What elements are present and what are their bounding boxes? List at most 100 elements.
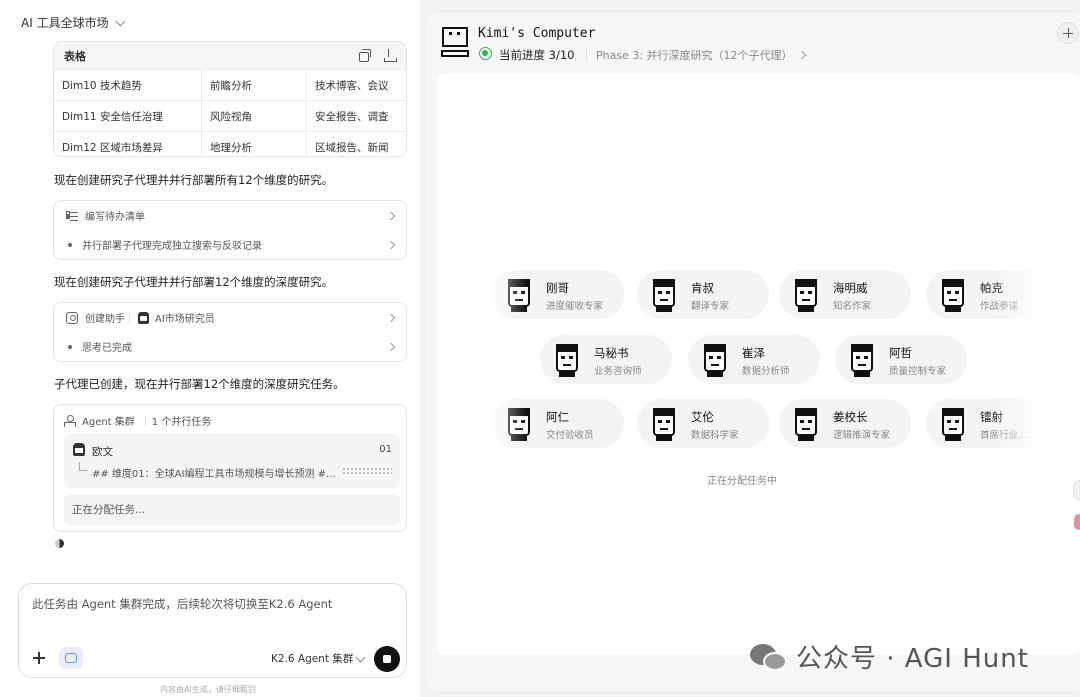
agent-pill-name: 肯叔 [691, 281, 714, 295]
agent-pill-role: 逻辑推演专家 [833, 430, 891, 441]
agent-cluster-header: Agent 集群 1 个并行任务 [64, 413, 211, 428]
agent-pill[interactable]: 帕克 作战参谋 [926, 270, 1058, 319]
agent-mode-button[interactable] [59, 647, 83, 669]
agent-pill-name: 崔泽 [742, 346, 765, 360]
checklist-icon [66, 210, 78, 221]
chevron-down-icon [115, 16, 126, 26]
expand-plus-button[interactable] [1057, 22, 1079, 44]
agent-avatar-icon [501, 405, 537, 443]
chat-input-box[interactable]: 此任务由 Agent 集群完成，后续轮次将切换至K2.6 Agent K2.6 … [18, 583, 407, 678]
table-cell: 安全报告、调查 [315, 110, 389, 123]
model-selector-label: K2.6 Agent 集群 [271, 653, 354, 665]
agent-avatar-icon [697, 341, 733, 379]
agent-pill-role: 交付验收员 [546, 430, 594, 441]
table-cell: Dim10 技术趋势 [54, 70, 202, 100]
agent-avatar-icon [501, 276, 537, 314]
todo-step-card: 编写待办清单 并行部署子代理完成独立搜索与反驳记录 [53, 200, 407, 260]
todo-step-header[interactable]: 编写待办清单 [54, 201, 406, 230]
chat-title-dropdown[interactable]: AI 工具全球市场 [21, 14, 126, 31]
helper-step-title: 创建助手 [85, 314, 125, 325]
chevron-right-icon [797, 50, 806, 60]
table-cell: Dim12 区域市场差异 [54, 132, 202, 156]
download-icon[interactable] [383, 49, 397, 62]
cluster-title: Agent 集群 [82, 417, 135, 428]
agent-pill[interactable]: 阿仁 交付验收员 [492, 399, 624, 448]
assistant-message: 子代理已创建，现在并行部署12个维度的深度研究任务。 [54, 377, 345, 391]
chat-title: AI 工具全球市场 [21, 16, 109, 30]
table-title: 表格 [64, 49, 86, 63]
model-selector[interactable]: K2.6 Agent 集群 [271, 651, 366, 666]
agent-pill[interactable]: 阿哲 质量控制专家 [835, 335, 967, 384]
assistant-message: 现在创建研究子代理并并行部署所有12个维度的研究。 [54, 173, 334, 187]
agent-pill-role: 业务咨询师 [594, 366, 642, 377]
helper-step-item[interactable]: 思考已完成 [54, 332, 406, 361]
agent-pill[interactable]: 崔泽 数据分析师 [688, 335, 820, 384]
table-cell: 区域报告、新闻 [315, 142, 389, 154]
agent-pill[interactable]: 姜校长 逻辑推演专家 [779, 399, 911, 448]
chevron-right-icon [386, 313, 396, 322]
computer-title: Kimi's Computer [478, 26, 596, 41]
agent-cluster-card: Agent 集群 1 个并行任务 欧文 01 ## 维度01：全球AI编程工具市… [53, 404, 407, 532]
agent-avatar-icon [844, 341, 880, 379]
table-cell: 风险视角 [202, 101, 307, 131]
computer-icon [441, 27, 469, 58]
table-row: Dim12 区域市场差异 地理分析 区域报告、新闻 [54, 132, 406, 156]
agent-avatar-icon [549, 341, 585, 379]
progress-text: 当前进度 3/10 [499, 48, 575, 62]
copy-icon[interactable] [358, 49, 371, 62]
agent-pill-name: 海明威 [833, 281, 868, 295]
agent-pill[interactable]: 刚哥 进度催收专家 [492, 270, 624, 319]
table-row: Dim10 技术趋势 前瞻分析 技术博客、会议 [54, 70, 406, 101]
todo-step-item[interactable]: 并行部署子代理完成独立搜索与反驳记录 [54, 230, 406, 259]
agent-avatar-icon [646, 405, 682, 443]
user-square-icon [66, 311, 78, 324]
bullet-icon [68, 344, 72, 349]
table-header: 表格 [54, 42, 406, 70]
helper-step-header[interactable]: 创建助手 AI市场研究员 [54, 303, 406, 332]
table-cell: Dim11 安全信任治理 [54, 101, 202, 131]
side-badge-icon[interactable] [1074, 514, 1080, 530]
agent-avatar-icon [73, 443, 85, 456]
loading-spinner-icon [55, 539, 64, 548]
table-row: Dim11 安全信任治理 风险视角 安全报告、调查 [54, 101, 406, 132]
agent-pill-role: 翻译专家 [691, 301, 730, 312]
agent-canvas: 正在分配任务中 刚哥 进度催收专家 肯叔 翻译专家 海明威 知名作家 帕克 作战参谋 马秘书 业务… [437, 74, 1080, 654]
add-attachment-button[interactable] [29, 648, 49, 668]
phase-link[interactable]: Phase 3: 并行深度研究（12个子代理） [596, 47, 806, 63]
agent-pill-name: 阿哲 [889, 346, 912, 360]
ai-disclaimer: 内容由AI生成，请仔细甄别 [160, 685, 256, 694]
chat-input-text[interactable]: 此任务由 Agent 集群完成，后续轮次将切换至K2.6 Agent [32, 596, 332, 612]
bullet-icon [68, 242, 72, 247]
progress-status-icon [479, 47, 492, 60]
agent-pill[interactable]: 艾伦 数据科学家 [637, 399, 769, 448]
agent-name: 欧文 [92, 446, 113, 458]
assistant-message: 现在创建研究子代理并并行部署12个维度的深度研究。 [54, 275, 334, 289]
agent-pill[interactable]: 镭射 首席行业... [926, 399, 1058, 448]
agent-pill-name: 姜校长 [833, 410, 868, 424]
agent-task-item[interactable]: 欧文 01 ## 维度01：全球AI编程工具市场规模与增长预测 #... [64, 434, 400, 488]
computer-panel: Kimi's Computer 当前进度 3/10 Phase 3: 并行深度研… [425, 11, 1080, 693]
agent-pill-name: 镭射 [980, 410, 1003, 424]
agent-pill[interactable]: 海明威 知名作家 [779, 270, 911, 319]
helper-agent-name: AI市场研究员 [155, 314, 215, 325]
helper-step-card: 创建助手 AI市场研究员 思考已完成 [53, 302, 407, 362]
helper-item-text: 思考已完成 [82, 343, 132, 354]
stop-button[interactable] [374, 646, 400, 672]
agent-pill-role: 数据分析师 [742, 366, 790, 377]
loading-dots-icon [342, 467, 392, 475]
agent-pill-role: 知名作家 [833, 301, 872, 312]
watermark: 公众号 · AGI Hunt [750, 638, 1029, 675]
todo-step-title: 编写待办清单 [85, 212, 145, 223]
todo-item-text: 并行部署子代理完成独立搜索与反驳记录 [82, 241, 262, 252]
side-scroll-handle[interactable] [1073, 480, 1080, 500]
chevron-down-icon [355, 652, 366, 662]
agent-pill[interactable]: 马秘书 业务咨询师 [540, 335, 672, 384]
agent-pill-name: 马秘书 [594, 346, 629, 360]
agent-pill-role: 数据科学家 [691, 430, 739, 441]
agent-pill[interactable]: 肯叔 翻译专家 [637, 270, 769, 319]
assigning-status: 正在分配任务... [64, 494, 400, 525]
agent-pill-name: 艾伦 [691, 410, 714, 424]
chat-panel: AI 工具全球市场 表格 Dim10 技术趋势 前瞻分析 技术博客、会议 Dim… [0, 0, 420, 697]
agent-avatar-icon [935, 276, 971, 314]
chevron-right-icon [386, 240, 396, 249]
